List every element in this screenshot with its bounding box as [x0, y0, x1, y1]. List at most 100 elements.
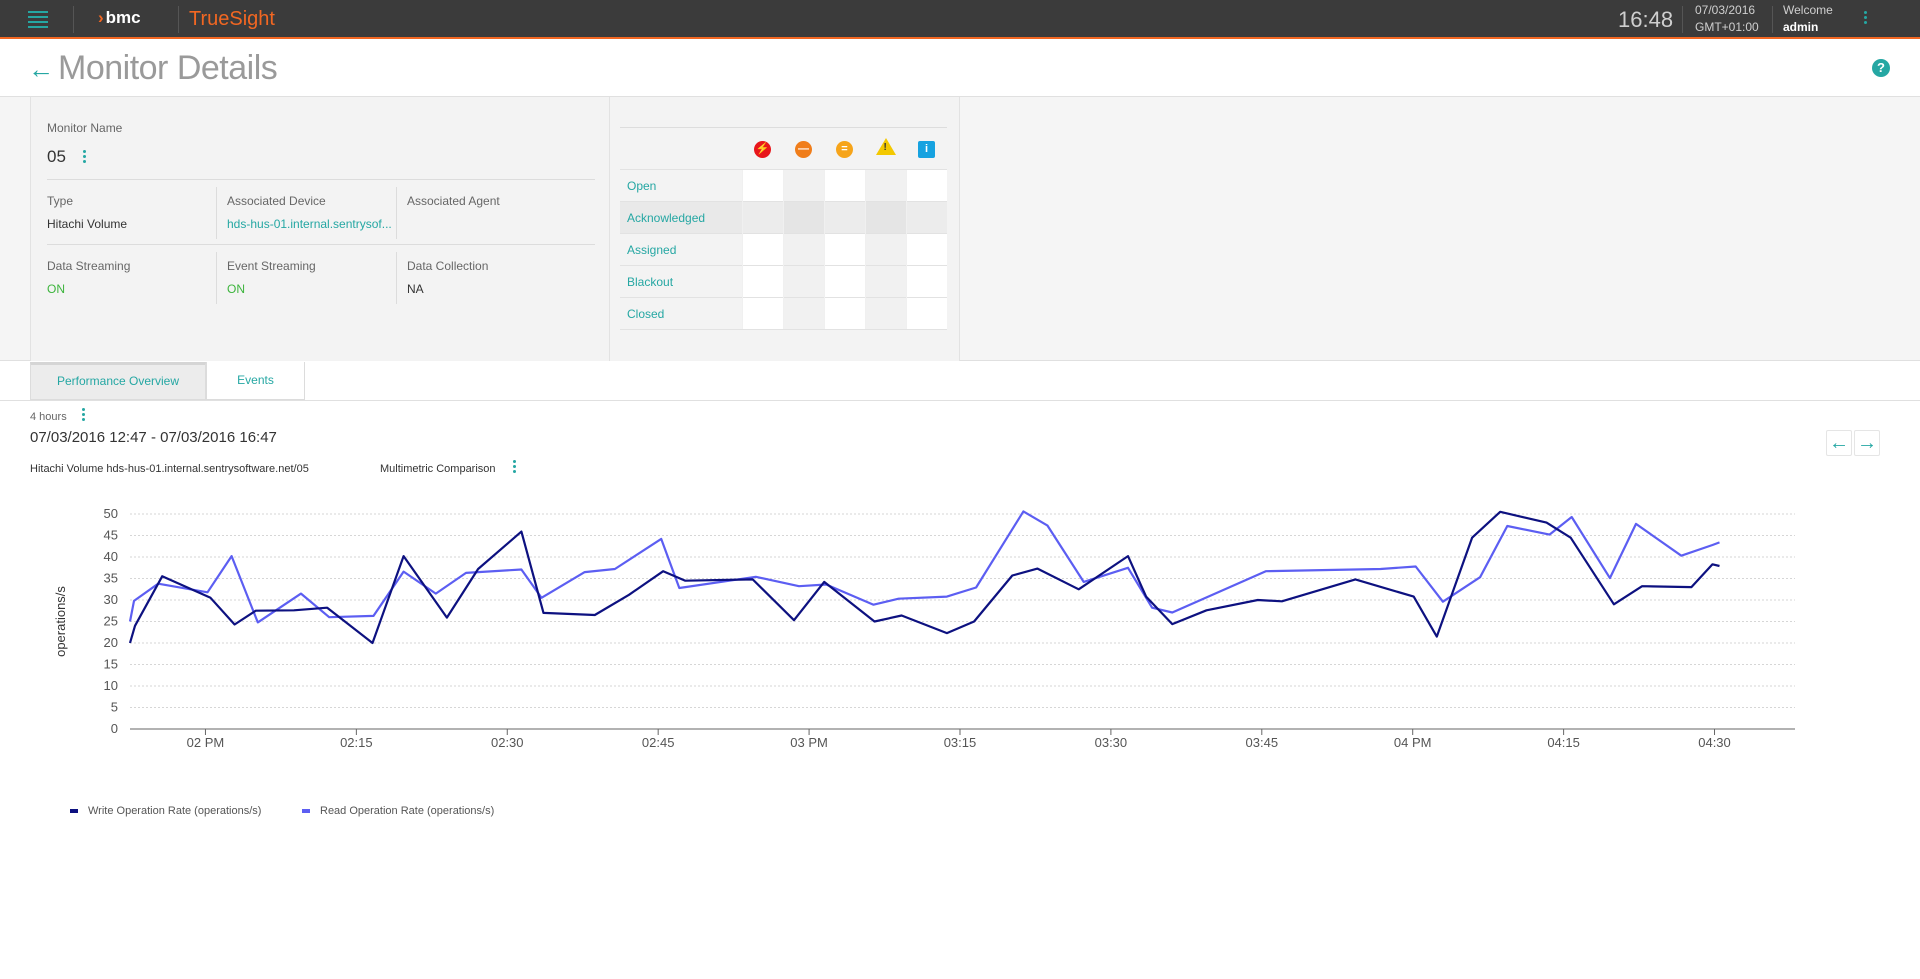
type-label: Type	[47, 194, 74, 208]
clock-date: 07/03/2016 GMT+01:00	[1695, 2, 1759, 36]
status-cell[interactable]	[905, 169, 947, 202]
chart-options-kebab-icon[interactable]	[512, 459, 517, 475]
legend-swatch	[302, 809, 310, 814]
status-cell[interactable]	[741, 201, 783, 234]
status-cell[interactable]	[905, 297, 947, 330]
status-row-closed: Closed	[620, 297, 947, 330]
status-cell[interactable]	[782, 233, 824, 266]
status-cell[interactable]	[782, 297, 824, 330]
y-tick-label: 50	[104, 506, 118, 521]
status-open-link[interactable]: Open	[620, 169, 742, 202]
legend-label: Read Operation Rate (operations/s)	[320, 805, 495, 817]
status-cell[interactable]	[864, 201, 906, 234]
status-closed-link[interactable]: Closed	[620, 297, 742, 330]
status-cell[interactable]	[823, 169, 865, 202]
performance-line-chart[interactable]: 0 5 10 15 20 25 30 35 40 45 50 02 PM 02:15 02:30 02:45…	[0, 490, 1920, 760]
x-tick-label: 02:45	[642, 735, 675, 750]
critical-column-header: ⚡	[742, 127, 783, 170]
status-cell[interactable]	[864, 265, 906, 298]
status-cell[interactable]	[864, 297, 906, 330]
x-tick-label: 03:15	[944, 735, 977, 750]
back-arrow-icon[interactable]: ←	[28, 54, 54, 85]
hamburger-menu-icon[interactable]	[28, 11, 48, 28]
comparison-label: Multimetric Comparison	[380, 463, 496, 475]
minor-icon: =	[836, 141, 853, 158]
x-tick-label: 03:45	[1246, 735, 1279, 750]
status-cell[interactable]	[823, 233, 865, 266]
page-title: Monitor Details	[58, 49, 278, 87]
status-cell[interactable]	[782, 169, 824, 202]
status-cell[interactable]	[782, 201, 824, 234]
time-range-label: 4 hours	[30, 411, 67, 423]
time-range: 4 hours	[30, 407, 86, 423]
associated-device-link[interactable]: hds-hus-01.internal.sentrysof...	[227, 217, 392, 231]
divider	[47, 179, 595, 180]
chart-source: Hitachi Volume hds-hus-01.internal.sentr…	[30, 463, 309, 475]
y-tick-label: 35	[104, 571, 118, 586]
status-row-open: Open	[620, 169, 947, 202]
status-cell[interactable]	[905, 201, 947, 234]
status-cell[interactable]	[823, 297, 865, 330]
y-tick-label: 10	[104, 678, 118, 693]
x-tick-label: 02:15	[340, 735, 373, 750]
info-icon: i	[918, 141, 935, 158]
status-cell[interactable]	[741, 169, 783, 202]
status-cell[interactable]	[823, 201, 865, 234]
status-cell[interactable]	[864, 233, 906, 266]
event-streaming-label: Event Streaming	[227, 259, 316, 273]
status-blackout-link[interactable]: Blackout	[620, 265, 742, 298]
status-cell[interactable]	[741, 233, 783, 266]
next-period-arrow-icon[interactable]: →	[1854, 430, 1880, 456]
monitor-name-label: Monitor Name	[47, 121, 123, 135]
divider	[1772, 6, 1773, 33]
user-menu-kebab-icon[interactable]	[1864, 11, 1868, 29]
timezone: GMT+01:00	[1695, 20, 1759, 34]
truesight-logo[interactable]: TrueSight	[189, 8, 275, 31]
y-tick-label: 20	[104, 635, 118, 650]
status-cell[interactable]	[823, 265, 865, 298]
legend-item-read[interactable]: Read Operation Rate (operations/s)	[302, 805, 494, 817]
status-acknowledged-link[interactable]: Acknowledged	[620, 201, 742, 234]
welcome-label: Welcome	[1783, 3, 1833, 17]
y-tick-label: 40	[104, 549, 118, 564]
data-collection-label: Data Collection	[407, 259, 489, 273]
status-cell[interactable]	[741, 297, 783, 330]
status-cell[interactable]	[782, 265, 824, 298]
status-cell[interactable]	[905, 265, 947, 298]
divider	[1682, 6, 1683, 33]
tab-events[interactable]: Events	[206, 362, 305, 400]
monitor-actions-kebab-icon[interactable]	[82, 150, 87, 165]
bmc-logo[interactable]: › bmc	[98, 8, 141, 28]
username: admin	[1783, 20, 1819, 34]
y-tick-label: 15	[104, 657, 118, 672]
status-assigned-link[interactable]: Assigned	[620, 233, 742, 266]
data-collection-value: NA	[407, 282, 424, 296]
date-range: 07/03/2016 12:47 - 07/03/2016 16:47	[30, 429, 277, 446]
current-date: 07/03/2016	[1695, 3, 1756, 17]
status-cell[interactable]	[905, 233, 947, 266]
status-row-assigned: Assigned	[620, 233, 947, 266]
divider	[0, 400, 1920, 401]
data-streaming-status: ON	[47, 282, 65, 296]
time-range-kebab-icon[interactable]	[81, 407, 86, 423]
monitor-name-value: 05	[47, 147, 66, 166]
monitor-name: 05	[47, 147, 87, 167]
y-tick-label: 0	[111, 721, 118, 736]
critical-icon: ⚡	[754, 141, 771, 158]
previous-period-arrow-icon[interactable]: ←	[1826, 430, 1852, 456]
status-cell[interactable]	[741, 265, 783, 298]
legend-label: Write Operation Rate (operations/s)	[88, 805, 262, 817]
tab-performance-overview[interactable]: Performance Overview	[30, 362, 206, 400]
major-column-header: —	[783, 127, 824, 170]
legend-item-write[interactable]: Write Operation Rate (operations/s)	[70, 805, 261, 817]
top-navigation-bar: › bmc TrueSight 16:48 07/03/2016 GMT+01:0…	[0, 0, 1920, 39]
monitor-details-card: Monitor Name 05 Type Hitachi Volume Asso…	[30, 97, 610, 361]
status-row-blackout: Blackout	[620, 265, 947, 298]
data-streaming-label: Data Streaming	[47, 259, 131, 273]
help-icon[interactable]: ?	[1872, 59, 1890, 77]
info-column-header: i	[906, 127, 947, 170]
status-cell[interactable]	[864, 169, 906, 202]
x-tick-label: 03 PM	[790, 735, 828, 750]
divider	[396, 187, 397, 239]
page-header: ← Monitor Details ?	[0, 41, 1920, 97]
